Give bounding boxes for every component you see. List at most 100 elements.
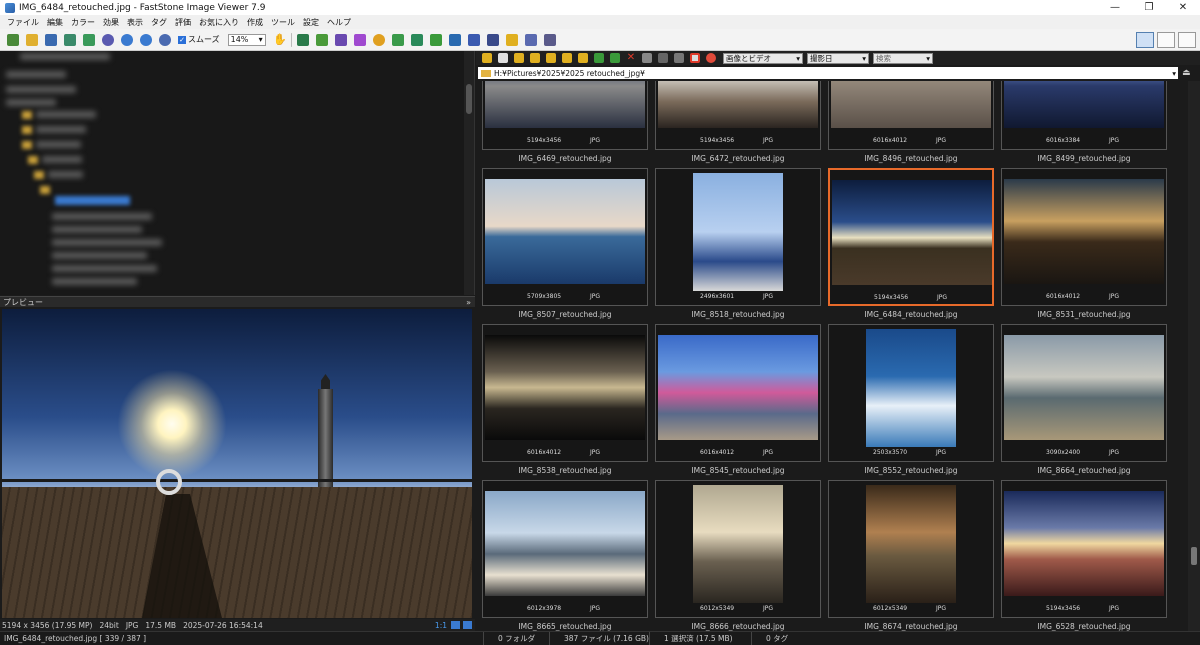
color-label-icon[interactable] [706,53,716,63]
thumbnail-item[interactable]: 6012x5349 JPG [828,480,994,618]
slideshow-builder-icon[interactable] [487,33,500,46]
tree-row[interactable] [48,171,83,178]
zoom-out-icon[interactable] [139,33,152,46]
thumbnail-filename[interactable]: IMG_6484_retouched.jpg [828,310,994,319]
brightness-icon[interactable] [373,33,386,46]
email-icon[interactable] [63,33,76,46]
resize-icon[interactable] [335,33,348,46]
settings-icon[interactable] [544,33,557,46]
thumbnail-filename[interactable]: IMG_8496_retouched.jpg [828,154,994,163]
view-thumbnails-button[interactable] [1157,31,1175,48]
thumbnail-filename[interactable]: IMG_6528_retouched.jpg [1001,622,1167,631]
compare-icon[interactable] [449,33,462,46]
thumbnail-item[interactable]: 5709x3805 JPG [482,168,648,306]
thumbnail-item[interactable]: 6016x4012 JPG [655,324,821,462]
open-folder-icon[interactable] [25,33,38,46]
thumbnail-filename[interactable]: IMG_8664_retouched.jpg [1001,466,1167,475]
delete-icon[interactable]: ✕ [626,53,636,63]
forward-icon[interactable] [498,53,508,63]
thumbnail-scroll-thumb[interactable] [1191,547,1197,565]
print-icon[interactable] [82,33,95,46]
thumbnail-filename[interactable]: IMG_8538_retouched.jpg [482,466,648,475]
menu-item[interactable]: カラー [67,17,99,28]
search-select[interactable]: 検索 ▾ [873,52,933,64]
actual-size-button[interactable]: 1:1 [435,621,447,630]
thumbnail-size-icon[interactable] [642,53,652,63]
refresh-icon[interactable] [546,53,556,63]
thumbnail-item[interactable]: 6016x3384 JPG [1001,81,1167,150]
thumbnail-filename[interactable]: IMG_6472_retouched.jpg [655,154,821,163]
thumbnail-scrollbar[interactable] [1188,81,1200,631]
thumbnail-item[interactable]: 6012x5349 JPG [655,480,821,618]
thumbnail-item[interactable]: 6016x4012 JPG [1001,168,1167,306]
favorites-icon[interactable] [530,53,540,63]
actual-size-icon[interactable] [158,33,171,46]
preview-image[interactable] [2,309,472,618]
thumbnail-item[interactable]: 2503x3570 JPG [828,324,994,462]
thumbnail-item[interactable]: 5194x3456 JPG [1001,480,1167,618]
thumbnail-item[interactable]: 3090x2400 JPG [1001,324,1167,462]
tree-row[interactable] [52,265,157,272]
view-browser-button[interactable] [1136,31,1154,48]
up-folder-icon[interactable]: ⏏ [1182,68,1191,78]
redo-icon[interactable] [430,33,443,46]
tree-row[interactable] [6,99,56,106]
thumbnail-item[interactable]: 5194x3456 JPG [828,168,994,306]
tree-row[interactable] [42,156,82,163]
tree-row[interactable] [52,278,137,285]
thumbnail-filename[interactable]: IMG_8552_retouched.jpg [828,466,994,475]
save-icon[interactable] [44,33,57,46]
tree-row[interactable] [36,141,81,148]
batch-icon[interactable] [468,33,481,46]
thumbnail-filename[interactable]: IMG_6469_retouched.jpg [482,154,648,163]
rotate-left-icon[interactable] [297,33,310,46]
grid-icon[interactable] [658,53,668,63]
thumbnail-filename[interactable]: IMG_8531_retouched.jpg [1001,310,1167,319]
rotate-right-thumb-icon[interactable] [610,53,620,63]
close-icon[interactable]: ✕ [1166,2,1200,13]
menu-item[interactable]: ヘルプ [323,17,355,28]
hand-tool-icon[interactable]: ✋ [273,33,287,46]
acquire-icon[interactable] [6,33,19,46]
path-input[interactable]: H:¥Pictures¥2025¥2025 retouched_jpg¥ ▾ [478,67,1178,79]
tree-row[interactable] [36,126,86,133]
thumbnail-item[interactable]: 6016x4012 JPG [828,81,994,150]
smooth-toggle[interactable]: ✓ スムーズ [178,34,220,45]
fullscreen-icon[interactable] [463,621,472,629]
contact-sheet-icon[interactable] [506,33,519,46]
color-adjust-icon[interactable] [392,33,405,46]
zoom-in-icon[interactable] [120,33,133,46]
thumbnail-filename[interactable]: IMG_8545_retouched.jpg [655,466,821,475]
chevron-down-icon[interactable]: ▾ [1172,69,1178,78]
tree-row[interactable] [52,252,147,259]
tree-row[interactable] [6,71,66,78]
thumbnail-filename[interactable]: IMG_8507_retouched.jpg [482,310,648,319]
view-detail-button[interactable] [1178,31,1196,48]
rotate-right-icon[interactable] [316,33,329,46]
thumbnail-item[interactable]: 6012x3978 JPG [482,480,648,618]
zoom-select[interactable]: 14% ▾ [227,33,266,46]
fit-icon[interactable] [451,621,460,629]
sort-select[interactable]: 撮影日 ▾ [807,52,869,64]
maximize-icon[interactable]: ❐ [1132,2,1166,13]
thumbnail-item[interactable]: 6016x4012 JPG [482,324,648,462]
menu-item[interactable]: 作成 [243,17,267,28]
thumbnail-grid[interactable]: 5194x3456 JPG IMG_6469_retouched.jpg 5194x3… [476,81,1186,631]
tree-row[interactable] [52,213,152,220]
tree-row[interactable] [6,86,76,93]
menu-item[interactable]: 評価 [171,17,195,28]
parent-folder-icon[interactable] [514,53,524,63]
menu-item[interactable]: 効果 [99,17,123,28]
tree-row[interactable] [20,53,110,60]
menu-item[interactable]: 設定 [299,17,323,28]
thumbnail-filename[interactable]: IMG_8499_retouched.jpg [1001,154,1167,163]
menu-item[interactable]: お気に入り [195,17,243,28]
menu-item[interactable]: ツール [267,17,299,28]
thumbnail-item[interactable]: 5194x3456 JPG [482,81,648,150]
rotate-left-thumb-icon[interactable] [594,53,604,63]
collapse-icon[interactable]: » [466,298,471,307]
slideshow-icon[interactable] [101,33,114,46]
crop-icon[interactable] [354,33,367,46]
tree-row[interactable] [36,111,96,118]
tree-scroll-thumb[interactable] [466,84,472,114]
